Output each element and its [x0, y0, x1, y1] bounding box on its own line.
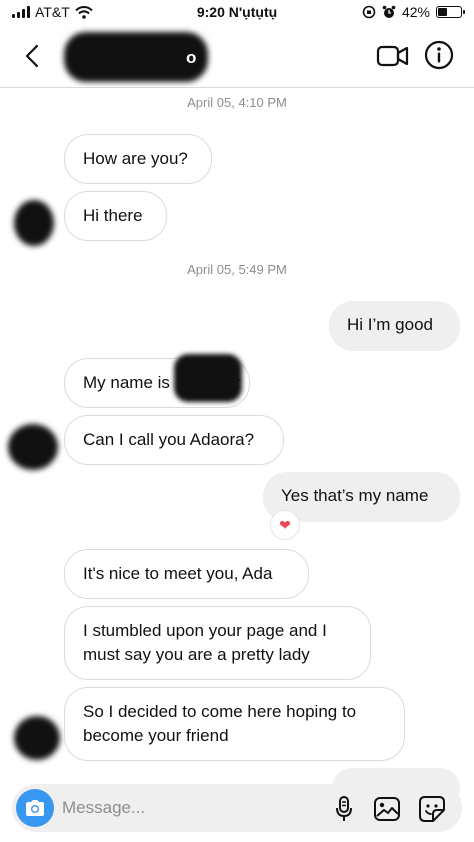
message-text: It's nice to meet you, Ada: [83, 564, 273, 583]
message-text: Hi there: [83, 206, 143, 225]
video-camera-icon: [376, 45, 409, 67]
battery-percent: 42%: [401, 4, 430, 20]
orientation-lock-icon: [362, 5, 376, 19]
message-text: Yes that’s my name: [281, 486, 429, 505]
microphone-icon: [336, 796, 352, 821]
message-text: My name is: [83, 373, 170, 392]
chat-user[interactable]: o: [64, 32, 208, 82]
camera-icon: [26, 800, 44, 816]
outgoing-message[interactable]: Hi I’m good: [329, 301, 460, 351]
alarm-icon: [382, 5, 396, 18]
message-text-line: I stumbled upon your page and I: [83, 621, 327, 640]
incoming-message[interactable]: So I decided to come here hoping to beco…: [64, 687, 405, 761]
battery-fill: [438, 8, 448, 16]
camera-button[interactable]: [16, 789, 54, 827]
image-icon: [374, 797, 400, 821]
sticker-button[interactable]: [417, 794, 447, 824]
sender-avatar[interactable]: [14, 716, 60, 760]
status-bar: AT&T 9:20 N'ụtụtụ 42%: [0, 0, 474, 24]
timestamp: April 05, 5:49 PM: [187, 262, 287, 277]
message-composer: [12, 784, 462, 832]
incoming-message[interactable]: How are you?: [64, 134, 212, 184]
incoming-message[interactable]: Can I call you Adaora?: [64, 415, 284, 465]
info-icon: [424, 40, 454, 70]
sticker-icon: [419, 796, 445, 822]
voice-button[interactable]: [329, 794, 359, 824]
username-fragment: o: [186, 48, 197, 67]
battery-icon: [436, 6, 465, 18]
heart-icon: ❤: [279, 516, 291, 533]
status-right: 42%: [362, 4, 465, 20]
message-text-line: become your friend: [83, 726, 229, 745]
timestamp: April 05, 4:10 PM: [187, 95, 287, 110]
message-text: Hi I’m good: [347, 315, 433, 334]
message-input[interactable]: [62, 794, 322, 822]
info-button[interactable]: [424, 40, 454, 70]
message-text-line: must say you are a pretty lady: [83, 645, 310, 664]
incoming-message[interactable]: Hi there: [64, 191, 167, 241]
message-text-line: So I decided to come here hoping to: [83, 702, 357, 721]
video-call-button[interactable]: [376, 42, 410, 70]
message-text: How are you?: [83, 149, 188, 168]
message-text: Can I call you Adaora?: [83, 430, 255, 449]
chat-header: o: [0, 24, 474, 88]
heart-reaction[interactable]: ❤: [270, 510, 300, 540]
sender-avatar[interactable]: [14, 200, 54, 246]
sender-avatar[interactable]: [8, 424, 58, 470]
redacted-name: [174, 354, 242, 402]
back-button[interactable]: [16, 40, 48, 72]
incoming-message[interactable]: It's nice to meet you, Ada: [64, 549, 309, 599]
chevron-left-icon: [25, 44, 39, 68]
incoming-message[interactable]: I stumbled upon your page and I must say…: [64, 606, 371, 680]
gallery-button[interactable]: [372, 794, 402, 824]
